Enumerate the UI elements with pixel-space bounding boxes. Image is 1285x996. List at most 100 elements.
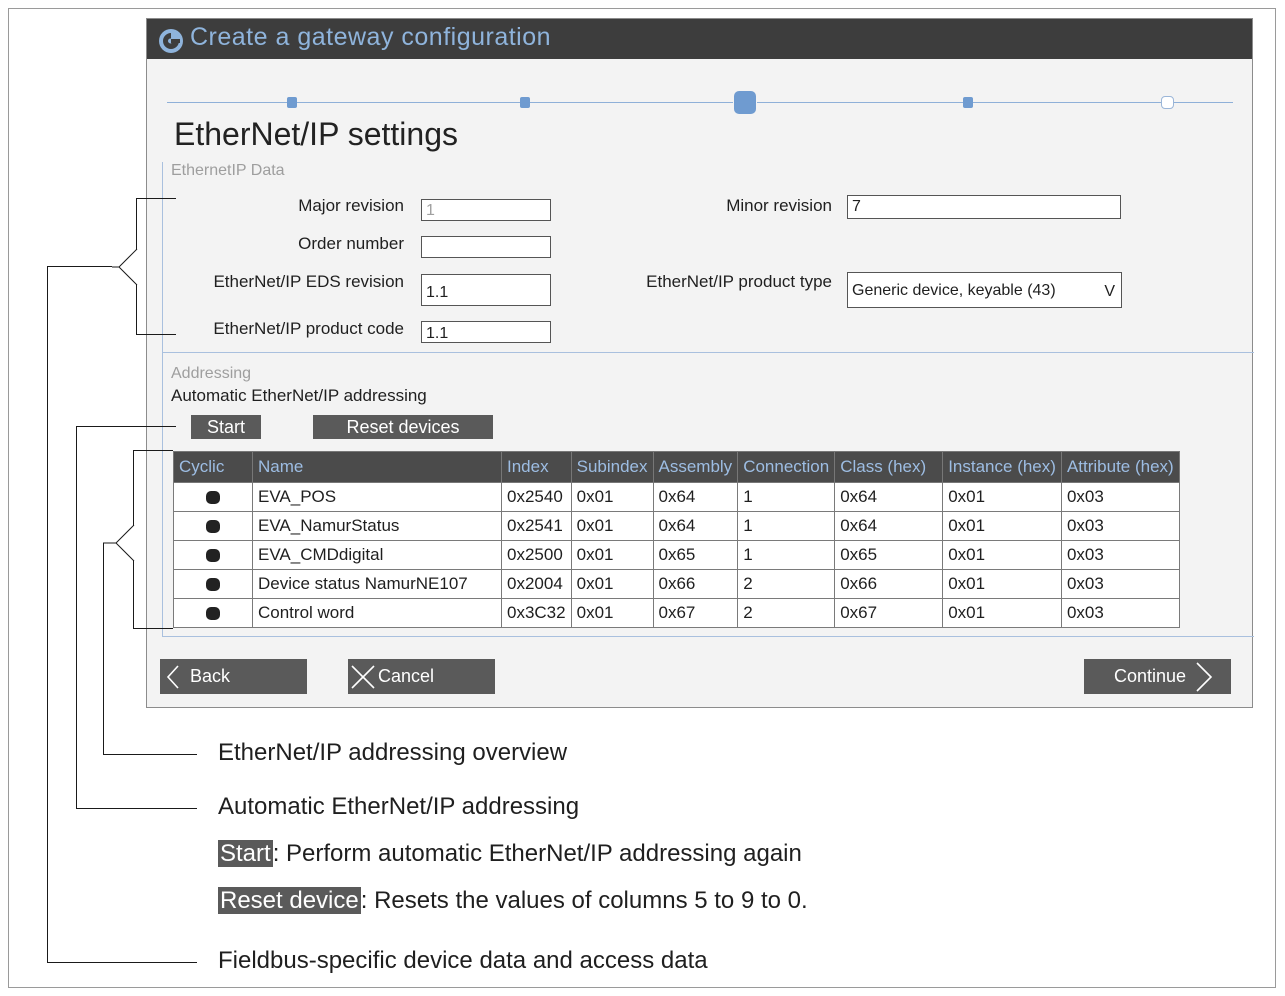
annotation-line <box>103 754 197 755</box>
col-connection[interactable]: Connection <box>737 451 836 483</box>
annotation-line <box>136 198 176 199</box>
step-3-current[interactable] <box>734 91 756 114</box>
cell-instance[interactable]: 0x01 <box>942 540 1062 570</box>
table-row[interactable]: EVA_NamurStatus 0x2541 0x01 0x64 1 0x64 … <box>173 511 1180 541</box>
step-2[interactable] <box>520 97 530 108</box>
cell-subindex: 0x01 <box>570 511 654 541</box>
cell-assembly[interactable]: 0x64 <box>652 511 739 541</box>
cell-class[interactable]: 0x66 <box>834 569 944 599</box>
reset-devices-button[interactable]: Reset devices <box>313 415 493 439</box>
cell-instance[interactable]: 0x01 <box>942 511 1062 541</box>
col-assembly[interactable]: Assembly <box>652 451 739 483</box>
cyclic-checkbox[interactable] <box>173 598 253 628</box>
col-attribute[interactable]: Attribute (hex) <box>1060 451 1180 483</box>
cell-name: EVA_NamurStatus <box>252 511 502 541</box>
table-header-row: Cyclic Name Index Subindex Assembly Conn… <box>173 451 1180 483</box>
col-class[interactable]: Class (hex) <box>834 451 944 483</box>
cell-connection[interactable]: 2 <box>737 569 836 599</box>
cell-assembly[interactable]: 0x67 <box>652 598 739 628</box>
legend-start-key: Start <box>218 840 273 867</box>
order-number-field[interactable] <box>421 236 551 258</box>
annotation-line <box>47 962 197 963</box>
cell-class[interactable]: 0x64 <box>834 482 944 512</box>
close-icon <box>351 665 375 689</box>
major-revision-label: Major revision <box>298 196 404 215</box>
back-button[interactable]: Back <box>160 659 307 694</box>
col-subindex[interactable]: Subindex <box>570 451 654 483</box>
cell-class[interactable]: 0x67 <box>834 598 944 628</box>
cell-class[interactable]: 0x65 <box>834 540 944 570</box>
cell-name: EVA_CMDdigital <box>252 540 502 570</box>
col-index[interactable]: Index <box>501 451 572 483</box>
cyclic-dot-icon <box>206 491 220 505</box>
page-title: EtherNet/IP settings <box>174 116 458 152</box>
gateway-config-window: Create a gateway configuration EtherNet/… <box>146 18 1254 708</box>
cell-attribute[interactable]: 0x03 <box>1060 598 1180 628</box>
cell-connection[interactable]: 1 <box>737 511 836 541</box>
continue-label: Continue <box>1114 666 1187 686</box>
cell-class[interactable]: 0x64 <box>834 511 944 541</box>
annotation-line <box>133 450 134 526</box>
cyclic-checkbox[interactable] <box>173 569 253 599</box>
continue-button[interactable]: Continue <box>1084 659 1231 694</box>
col-instance[interactable]: Instance (hex) <box>942 451 1062 483</box>
cell-assembly[interactable]: 0x65 <box>652 540 739 570</box>
cyclic-checkbox[interactable] <box>173 540 253 570</box>
addressing-table: Cyclic Name Index Subindex Assembly Conn… <box>173 451 1180 628</box>
eds-revision-field[interactable]: 1.1 <box>421 274 551 306</box>
eds-revision-label: EtherNet/IP EDS revision <box>213 272 404 291</box>
cyclic-checkbox[interactable] <box>173 482 253 512</box>
cell-connection[interactable]: 1 <box>737 540 836 570</box>
cell-index: 0x2540 <box>501 482 572 512</box>
cell-assembly[interactable]: 0x64 <box>652 482 739 512</box>
annotation-line <box>133 628 173 629</box>
minor-revision-field[interactable]: 7 <box>847 195 1121 219</box>
order-number-label: Order number <box>298 234 404 253</box>
table-row[interactable]: EVA_POS 0x2540 0x01 0x64 1 0x64 0x01 0x0… <box>173 482 1180 512</box>
col-name[interactable]: Name <box>252 451 502 483</box>
cell-instance[interactable]: 0x01 <box>942 598 1062 628</box>
chevron-down-icon: V <box>1104 283 1115 300</box>
annotation-line <box>103 543 104 754</box>
cell-attribute[interactable]: 0x03 <box>1060 482 1180 512</box>
bracket-1-icon <box>112 249 138 285</box>
step-5[interactable] <box>1161 96 1174 109</box>
cell-attribute[interactable]: 0x03 <box>1060 569 1180 599</box>
cell-subindex: 0x01 <box>570 569 654 599</box>
step-4[interactable] <box>963 97 973 108</box>
table-row[interactable]: Control word 0x3C32 0x01 0x67 2 0x67 0x0… <box>173 598 1180 628</box>
chevron-right-icon <box>1196 662 1213 692</box>
annotation-line <box>76 426 77 808</box>
cell-connection[interactable]: 1 <box>737 482 836 512</box>
cancel-label: Cancel <box>378 666 435 686</box>
table-row[interactable]: Device status NamurNE107 0x2004 0x01 0x6… <box>173 569 1180 599</box>
annotation-line <box>76 808 197 809</box>
annotation-line <box>136 334 176 335</box>
ethernetip-data-label: EthernetIP Data <box>171 162 285 179</box>
legend-reset: Reset device: Resets the values of colum… <box>218 887 808 915</box>
cell-assembly[interactable]: 0x66 <box>652 569 739 599</box>
stepper-line <box>167 102 733 103</box>
product-code-field[interactable]: 1.1 <box>421 321 551 343</box>
step-1[interactable] <box>287 97 297 108</box>
cell-connection[interactable]: 2 <box>737 598 836 628</box>
start-button[interactable]: Start <box>191 415 261 439</box>
cell-attribute[interactable]: 0x03 <box>1060 540 1180 570</box>
cell-instance[interactable]: 0x01 <box>942 482 1062 512</box>
product-type-value: Generic device, keyable (43) <box>852 282 1056 299</box>
cyclic-dot-icon <box>206 520 220 534</box>
back-label: Back <box>190 666 231 686</box>
cell-instance[interactable]: 0x01 <box>942 569 1062 599</box>
table-row[interactable]: EVA_CMDdigital 0x2500 0x01 0x65 1 0x65 0… <box>173 540 1180 570</box>
product-type-select[interactable]: Generic device, keyable (43) V <box>847 272 1122 308</box>
legend-reset-desc: : Resets the values of columns 5 to 9 to… <box>360 887 808 914</box>
cell-attribute[interactable]: 0x03 <box>1060 511 1180 541</box>
annotation-line <box>133 450 173 451</box>
col-cyclic[interactable]: Cyclic <box>173 451 253 483</box>
major-revision-field[interactable]: 1 <box>421 199 551 221</box>
legend-start-desc: : Perform automatic EtherNet/IP addressi… <box>272 840 802 867</box>
cancel-button[interactable]: Cancel <box>348 659 495 694</box>
cell-subindex: 0x01 <box>570 598 654 628</box>
cell-subindex: 0x01 <box>570 540 654 570</box>
cyclic-checkbox[interactable] <box>173 511 253 541</box>
